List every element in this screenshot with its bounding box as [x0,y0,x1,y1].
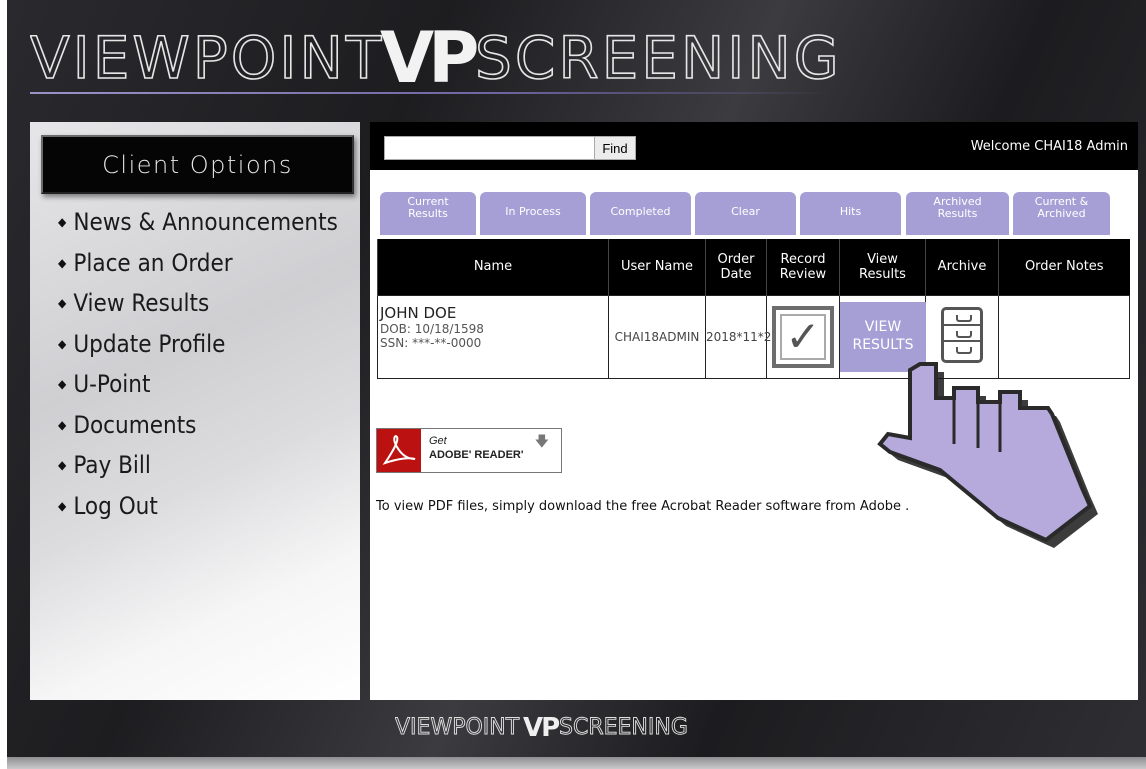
adobe-reader-text: ADOBE' READER' [429,449,524,461]
header-divider [30,92,830,94]
sidebar-item-label: Documents [73,410,197,439]
tab-label: Completed [610,205,671,218]
tab-label: Current & Archived [1035,196,1088,220]
tab-current-results[interactable]: Current Results [380,192,476,235]
tab-label: Hits [839,205,862,218]
col-header-archive[interactable]: Archive [925,239,999,295]
sidebar-item-documents[interactable]: ◆ Documents [58,405,338,446]
bottom-shadow [7,757,1146,769]
logo-text-part1: VIEWPOINT [30,24,384,92]
tab-current-and-archived[interactable]: Current & Archived [1013,192,1110,235]
header-line1: Record [780,251,826,267]
find-button[interactable]: Find [594,136,636,160]
logo-text-part2: SCREENING [475,24,842,92]
drawer [944,342,980,358]
client-options-title: Client Options [41,135,354,194]
tab-line2: Results [937,207,978,220]
tab-label: In Process [505,205,561,218]
tab-completed[interactable]: Completed [590,192,691,235]
tab-archived-results[interactable]: Archived Results [906,192,1009,235]
tab-label: Archived Results [933,196,981,220]
sidebar-item-pay-bill[interactable]: ◆ Pay Bill [58,445,338,486]
footer-logo-mark: VP [523,713,559,742]
bullet-icon: ◆ [58,296,67,311]
sidebar-item-view-results[interactable]: ◆ View Results [58,283,338,324]
sidebar-item-label: News & Announcements [73,208,338,237]
viewpoint-logo: VIEWPOINT VP SCREENING [30,20,842,92]
drawer [944,326,980,342]
bullet-icon: ◆ [58,377,67,392]
search-input[interactable] [384,136,596,160]
tab-label: Clear [731,205,760,218]
header-line2: Review [779,266,827,282]
bullet-icon: ◆ [58,458,67,473]
sidebar-item-log-out[interactable]: ◆ Log Out [58,486,338,527]
adobe-get-text: Get [429,435,447,447]
page: VIEWPOINT VP SCREENING Client Options ◆ N… [0,0,1146,769]
table-header-row: Name User Name Order Date Record Review Vi… [377,239,1130,295]
header-line1: Order [717,251,755,267]
get-adobe-reader-badge[interactable]: Get ADOBE' READER' 🡇 [376,428,562,473]
acrobat-symbol-icon [382,435,416,465]
applicant-dob: DOB: 10/18/1598 [380,321,484,336]
tab-line2: Results [408,207,448,220]
col-header-order-date[interactable]: Order Date [705,239,767,295]
bullet-icon: ◆ [58,255,67,270]
tab-clear[interactable]: Clear [695,192,796,235]
button-line2: RESULTS [852,336,914,353]
logo-mark: VP [380,20,477,92]
sidebar: Client Options ◆ News & Announcements ◆ Pl… [30,122,360,700]
sidebar-item-u-point[interactable]: ◆ U-Point [58,364,338,405]
col-header-order-notes[interactable]: Order Notes [998,239,1130,295]
sidebar-item-place-order[interactable]: ◆ Place an Order [58,243,338,284]
col-header-view-results[interactable]: View Results [839,239,926,295]
drawer [944,310,980,326]
download-arrow-icon: 🡇 [534,433,549,449]
acrobat-logo-icon [377,429,421,472]
sidebar-item-label: U-Point [73,370,151,399]
archive-cabinet-icon[interactable] [941,307,983,363]
footer-logo-text-part2: SCREENING [559,715,688,740]
pointing-hand-cursor-icon [877,362,1098,548]
header-line2: Results [859,266,906,282]
tab-line2: Archived [1037,207,1086,220]
tab-in-process[interactable]: In Process [480,192,586,235]
sidebar-item-label: View Results [73,289,210,318]
welcome-text: Welcome CHAI18 Admin [970,139,1128,154]
sidebar-item-update-profile[interactable]: ◆ Update Profile [58,324,338,365]
top-bar: Find Welcome CHAI18 Admin [370,122,1138,170]
sidebar-item-label: Pay Bill [73,451,151,480]
bullet-icon: ◆ [58,215,67,230]
sidebar-menu: ◆ News & Announcements ◆ Place an Order ◆ V… [58,202,338,526]
tab-hits[interactable]: Hits [800,192,901,235]
header-line2: Date [720,266,752,282]
cell-user-name: CHAI18ADMIN [608,294,706,379]
footer-logo: VIEWPOINT VP SCREENING [395,713,688,742]
header-line1: View [867,251,898,267]
sidebar-item-news[interactable]: ◆ News & Announcements [58,202,338,243]
button-line1: VIEW [864,318,902,335]
applicant-name: JOHN DOE [380,303,457,322]
bullet-icon: ◆ [58,336,67,351]
footer-logo-text-part1: VIEWPOINT [395,715,520,740]
pdf-instructions: To view PDF files, simply download the f… [376,499,910,514]
sidebar-item-label: Update Profile [73,329,226,358]
tab-label: Current Results [407,196,448,220]
cell-name: JOHN DOE DOB: 10/18/1598 SSN: ***-**-000… [377,294,609,379]
col-header-user-name[interactable]: User Name [608,239,706,295]
col-header-name[interactable]: Name [377,239,609,295]
cell-record-review: ✓ [766,294,840,379]
record-review-check-icon[interactable]: ✓ [772,305,834,368]
bullet-icon: ◆ [58,498,67,513]
col-header-record-review[interactable]: Record Review [766,239,840,295]
sidebar-item-label: Log Out [73,491,158,520]
applicant-ssn: SSN: ***-**-0000 [380,335,482,350]
sidebar-item-label: Place an Order [73,248,233,277]
bullet-icon: ◆ [58,417,67,432]
cell-order-date: 2018*11*21 [705,294,779,379]
